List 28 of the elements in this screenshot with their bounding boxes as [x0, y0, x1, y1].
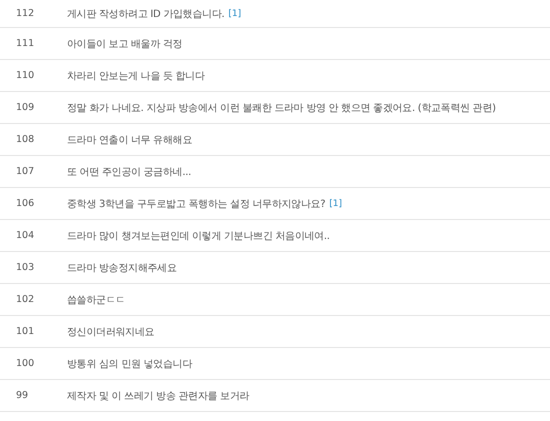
post-number: 100 [15, 358, 36, 369]
post-title-link[interactable]: 정말 화가 나네요. 지상파 방송에서 이런 불쾌한 드라마 방영 안 했으면 좋겠어요. (학교폭력씬 관련) [67, 100, 496, 114]
post-number: 102 [15, 294, 36, 305]
post-title-link[interactable]: 게시판 작성하려고 ID 가입했습니다. [67, 6, 224, 20]
post-number: 101 [15, 326, 36, 337]
comment-count[interactable]: [1] [228, 8, 242, 18]
post-number: 106 [15, 198, 36, 209]
post-title-link[interactable]: 아이들이 보고 배울까 걱정 [67, 36, 182, 50]
post-number: 110 [15, 70, 36, 81]
post-title-link[interactable]: 방통위 심의 민원 넣었습니다 [67, 356, 192, 370]
comment-count[interactable]: [1] [329, 198, 342, 208]
post-number: 112 [15, 8, 36, 19]
post-number: 103 [15, 262, 36, 273]
post-number: 109 [15, 102, 36, 113]
post-number: 104 [15, 230, 36, 241]
post-number: 111 [15, 38, 36, 49]
post-title-link[interactable]: 드라마 많이 챙겨보는편인데 이렇게 기분나쁘긴 처음이네여.. [67, 228, 330, 242]
post-title-link[interactable]: 정신이더러워지네요 [67, 324, 154, 338]
post-title-link[interactable]: 씁쓸하군ㄷㄷ [67, 292, 126, 306]
post-title-link[interactable]: 중학생 3학년을 구두로밟고 폭행하는 설정 너무하지않나요? [67, 196, 326, 210]
post-number: 108 [15, 134, 36, 145]
post-number: 99 [15, 390, 30, 401]
post-title-link[interactable]: 드라마 방송정지해주세요 [67, 260, 177, 274]
post-title-link[interactable]: 또 어떤 주인공이 궁금하네... [67, 164, 191, 178]
post-number: 107 [15, 166, 36, 177]
post-title-link[interactable]: 드라마 연출이 너무 유해해요 [67, 132, 192, 146]
post-title-link[interactable]: 차라리 안보는게 나을 듯 합니다 [67, 68, 205, 82]
post-title-link[interactable]: 제작자 및 이 쓰레기 방송 관련자를 보거라 [67, 388, 250, 402]
